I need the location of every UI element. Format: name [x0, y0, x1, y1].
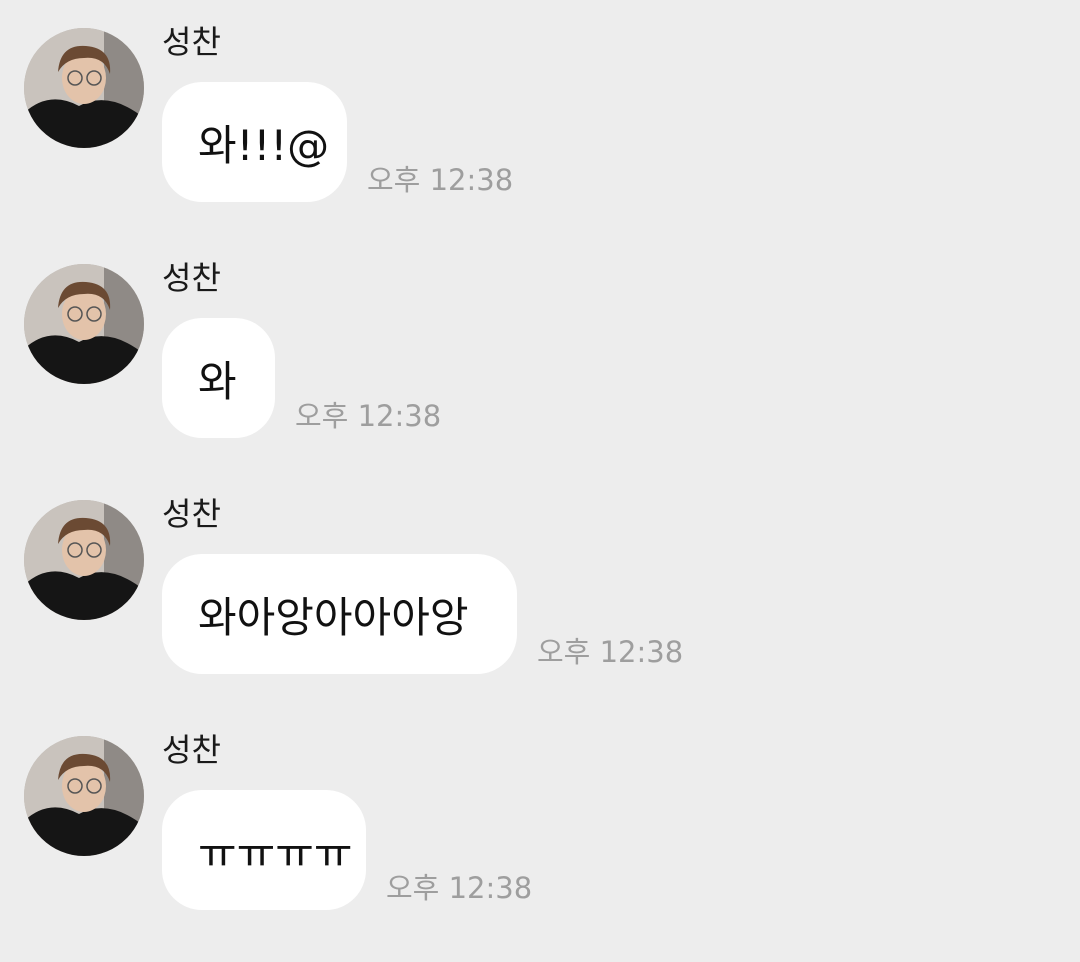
- chat-message: 성찬 와아앙아아아앙 오후 12:38: [0, 472, 1080, 708]
- avatar[interactable]: [24, 736, 144, 856]
- chat-message: 성찬 와 오후 12:38: [0, 236, 1080, 472]
- message-text: 와!!!@: [198, 120, 330, 170]
- sender-name: 성찬: [162, 23, 221, 61]
- message-time: 오후 12:38: [367, 163, 514, 197]
- profile-photo-icon: [24, 28, 144, 148]
- profile-photo-icon: [24, 736, 144, 856]
- sender-name: 성찬: [162, 259, 221, 297]
- message-bubble[interactable]: 와!!!@: [162, 82, 347, 202]
- profile-photo-icon: [24, 264, 144, 384]
- message-text: ㅠㅠㅠㅠ: [198, 828, 353, 878]
- message-text: 와: [198, 356, 237, 406]
- message-time: 오후 12:38: [386, 871, 533, 905]
- message-time: 오후 12:38: [295, 399, 442, 433]
- sender-name: 성찬: [162, 495, 221, 533]
- chat-message-list[interactable]: 성찬 와!!!@ 오후 12:38 성찬 와 오후 12:38 성찬 와아앙아아…: [0, 0, 1080, 962]
- message-time: 오후 12:38: [537, 635, 684, 669]
- message-text: 와아앙아아아앙: [198, 592, 469, 642]
- avatar[interactable]: [24, 500, 144, 620]
- avatar[interactable]: [24, 264, 144, 384]
- chat-message: 성찬 ㅠㅠㅠㅠ 오후 12:38: [0, 708, 1080, 944]
- avatar[interactable]: [24, 28, 144, 148]
- message-bubble[interactable]: 와아앙아아아앙: [162, 554, 517, 674]
- sender-name: 성찬: [162, 731, 221, 769]
- message-bubble[interactable]: 와: [162, 318, 275, 438]
- chat-message: 성찬 와!!!@ 오후 12:38: [0, 0, 1080, 236]
- profile-photo-icon: [24, 500, 144, 620]
- message-bubble[interactable]: ㅠㅠㅠㅠ: [162, 790, 366, 910]
